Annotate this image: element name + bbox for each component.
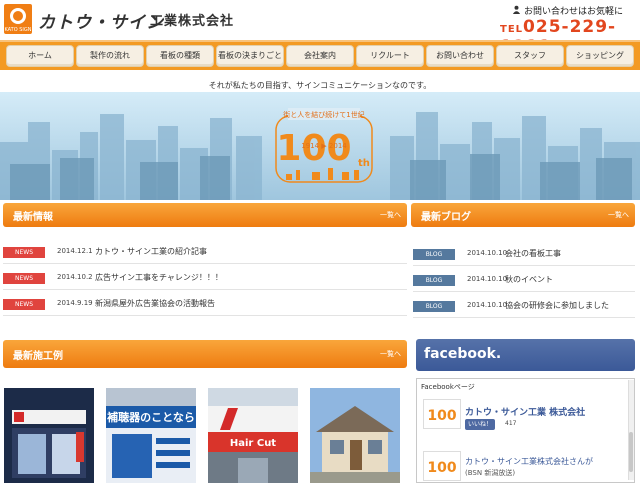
news-divider: [3, 263, 407, 264]
blog-item[interactable]: BLOG 2014.10.10 会社の看板工事: [413, 247, 635, 261]
logo-sub-text: KATO SIGN: [4, 27, 32, 33]
blog-date: 2014.10.10: [467, 301, 508, 309]
100th-logo-thumb-icon: 100: [427, 408, 456, 424]
phone-prefix: TEL: [500, 24, 524, 35]
blog-section-title: 最新ブログ: [421, 212, 471, 223]
news-divider: [3, 289, 407, 290]
svg-text:100: 100: [427, 408, 456, 424]
facebook-like-button[interactable]: いいね！: [465, 419, 496, 430]
hair-salon-sign-photo: Hair Cut: [208, 388, 298, 483]
page: KATO SIGN カトウ・サイン 工業株式会社 お問い合わせはお気軽に TEL…: [0, 0, 640, 483]
house-exterior-photo: [310, 388, 400, 483]
facebook-box-title: Facebookページ: [421, 383, 475, 391]
blog-divider: [413, 265, 635, 266]
blog-tag: BLOG: [413, 301, 455, 312]
blog-title[interactable]: 協会の研修会に参加しました: [505, 300, 609, 311]
blog-date: 2014.10.10: [467, 249, 508, 257]
news-section-title: 最新情報: [13, 212, 53, 223]
brand-suffix: 工業株式会社: [150, 14, 235, 29]
nav-company[interactable]: 会社案内: [286, 45, 354, 67]
facebook-post-thumbnail[interactable]: 100: [423, 451, 461, 481]
100th-logo-thumb-icon: 100: [427, 460, 456, 476]
emblem-suffix: th: [358, 158, 370, 169]
blog-item[interactable]: BLOG 2014.10.10 秋のイベント: [413, 273, 635, 287]
blog-section-header: 最新ブログ 一覧へ: [411, 203, 635, 227]
company-logo[interactable]: KATO SIGN: [4, 4, 32, 34]
emblem-years: 1914 ▶ 2014: [301, 142, 347, 150]
nav-staff[interactable]: スタッフ: [496, 45, 564, 67]
brand-name[interactable]: カトウ・サイン: [38, 8, 164, 33]
facebook-title: facebook.: [424, 346, 502, 362]
blog-title[interactable]: 会社の看板工事: [505, 248, 561, 259]
photo-sign-text: Hair Cut: [230, 438, 276, 449]
news-date: 2014.10.2: [57, 273, 93, 281]
facebook-post-author[interactable]: カトウ・サイン工業株式会社さんが: [465, 456, 593, 467]
news-section-header: 最新情報 一覧へ: [3, 203, 407, 227]
blog-item[interactable]: BLOG 2014.10.10 協会の研修会に参加しました: [413, 299, 635, 313]
nav-recruit[interactable]: リクルート: [356, 45, 424, 67]
blog-tag: BLOG: [413, 275, 455, 286]
news-item[interactable]: NEWS 2014.10.2 広告サイン工事をチャレンジ！！！: [3, 271, 407, 285]
works-photo[interactable]: Hair Cut: [208, 388, 298, 483]
nav-list: ホーム 製作の流れ 看板の種類 看板の決まりごと 会社案内 リクルート お問い合…: [6, 45, 634, 67]
blog-tag: BLOG: [413, 249, 455, 260]
hero-tagline: それが私たちの目指す、サインコミュニケーションなのです。: [208, 81, 432, 90]
news-title[interactable]: カトウ・サイン工業の紹介記事: [95, 246, 207, 257]
facebook-like-count: 417: [505, 420, 517, 427]
nav-shopping[interactable]: ショッピング: [566, 45, 634, 67]
news-divider: [3, 315, 407, 316]
facebook-page-name[interactable]: カトウ・サイン工業 株式会社: [465, 405, 585, 418]
facebook-header: facebook.: [416, 339, 635, 371]
person-icon: [512, 5, 521, 14]
facebook-post-subtitle: (BSN 新潟放送): [465, 469, 516, 477]
news-title[interactable]: 広告サイン工事をチャレンジ！！！: [95, 272, 223, 283]
works-photo[interactable]: [310, 388, 400, 483]
hearing-aid-sign-photo: 補聴器のことなら: [106, 388, 196, 483]
blog-divider: [413, 317, 635, 318]
works-photo[interactable]: 補聴器のことなら: [106, 388, 196, 483]
photo-sign-text: 補聴器のことなら: [106, 410, 195, 424]
storefront-night-photo: [4, 388, 94, 483]
nav-sign-rules[interactable]: 看板の決まりごと: [216, 45, 284, 67]
news-item[interactable]: NEWS 2014.9.19 新潟県屋外広告業協会の活動報告: [3, 297, 407, 311]
facebook-scrollbar-thumb[interactable]: [629, 432, 633, 472]
news-item[interactable]: NEWS 2014.12.1 カトウ・サイン工業の紹介記事: [3, 245, 407, 259]
news-tag: NEWS: [3, 299, 45, 310]
nav-process[interactable]: 製作の流れ: [76, 45, 144, 67]
news-date: 2014.9.19: [57, 299, 93, 307]
blog-date: 2014.10.10: [467, 275, 508, 283]
facebook-page-thumbnail[interactable]: 100: [423, 399, 461, 429]
news-more-link[interactable]: 一覧へ: [380, 210, 401, 220]
facebook-page-widget: Facebookページ 100 カトウ・サイン工業 株式会社 いいね！ 417 …: [416, 378, 635, 483]
global-nav: ホーム 製作の流れ 看板の種類 看板の決まりごと 会社案内 リクルート お問い合…: [0, 40, 640, 70]
100th-anniversary-emblem: 街と人を結び続けて1世紀 100 th 1914 ▶ 2014: [275, 108, 373, 183]
contact-link[interactable]: お問い合わせはお気軽に: [524, 4, 623, 17]
nav-contact[interactable]: お問い合わせ: [426, 45, 494, 67]
nav-sign-types[interactable]: 看板の種類: [146, 45, 214, 67]
emblem-top-text: 街と人を結び続けて1世紀: [283, 110, 364, 119]
nav-home[interactable]: ホーム: [6, 45, 74, 67]
news-date: 2014.12.1: [57, 247, 93, 255]
blog-more-link[interactable]: 一覧へ: [608, 210, 629, 220]
works-section-title: 最新施工例: [13, 351, 63, 362]
works-section-header: 最新施工例 一覧へ: [3, 340, 407, 368]
news-tag: NEWS: [3, 247, 45, 258]
works-photo[interactable]: [4, 388, 94, 483]
news-tag: NEWS: [3, 273, 45, 284]
logo-ring-icon: [10, 8, 26, 24]
blog-title[interactable]: 秋のイベント: [505, 274, 553, 285]
works-more-link[interactable]: 一覧へ: [380, 349, 401, 359]
news-title[interactable]: 新潟県屋外広告業協会の活動報告: [95, 298, 215, 309]
site-header: KATO SIGN カトウ・サイン 工業株式会社 お問い合わせはお気軽に TEL…: [0, 0, 640, 57]
svg-text:100: 100: [427, 460, 456, 476]
blog-divider: [413, 291, 635, 292]
